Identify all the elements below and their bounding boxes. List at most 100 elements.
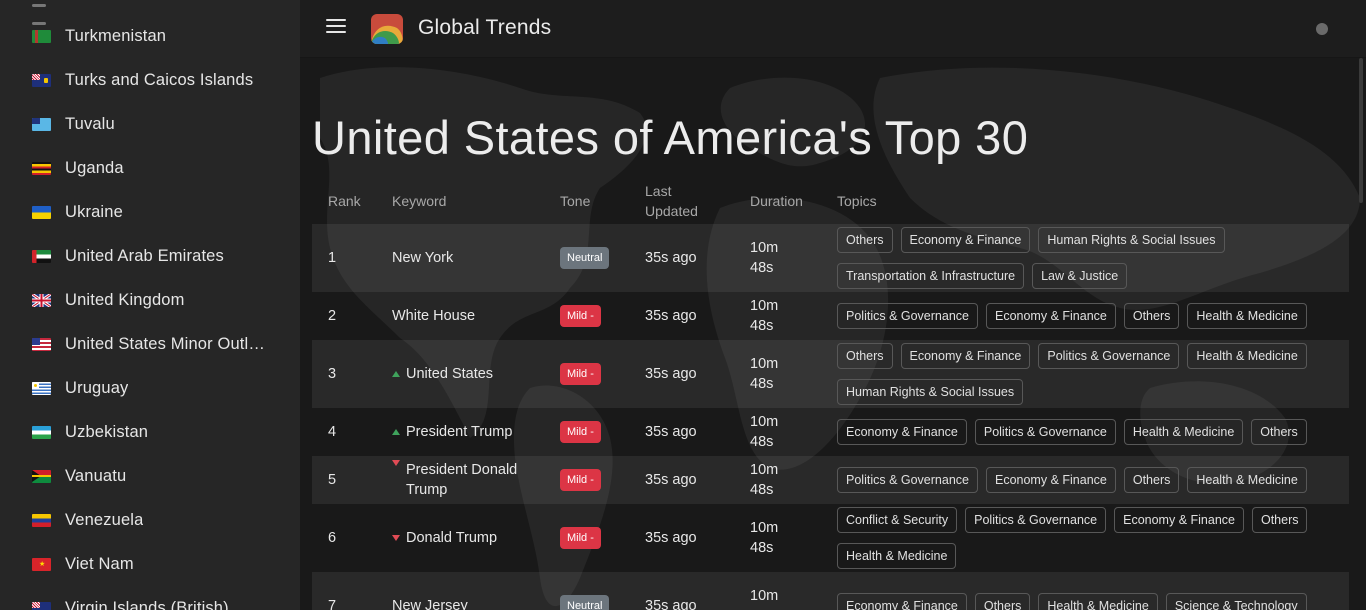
duration-cell: 10m48s <box>750 340 830 408</box>
duration-part: 48s <box>750 482 774 498</box>
topic-chip[interactable]: Economy & Finance <box>900 227 1031 253</box>
column-header-last-updated[interactable]: Last Updated <box>645 178 698 224</box>
tone-cell: Mild - <box>560 292 640 340</box>
keyword-cell[interactable]: President Trump <box>392 408 542 456</box>
sidebar-item-country[interactable]: Venezuela <box>0 498 300 542</box>
topic-chip[interactable]: Others <box>1123 303 1180 329</box>
keyword-cell[interactable]: White House <box>392 292 542 340</box>
scrollbar-thumb[interactable] <box>1359 58 1363 203</box>
topics-cell: Politics & Governance Economy & Finance Ot… <box>837 456 1342 504</box>
sidebar-item-country[interactable]: Virgin Islands (British) <box>0 586 300 610</box>
trend-up-icon <box>392 371 400 377</box>
sidebar-item-country[interactable]: Turkmenistan <box>0 14 300 58</box>
table-row[interactable]: 5 President Donald Trump Mild -35s ago 10m 4… <box>312 456 1349 504</box>
sidebar-item-country[interactable]: Turks and Caicos Islands <box>0 58 300 102</box>
keyword-cell[interactable]: New York <box>392 224 542 292</box>
table-row[interactable]: 4 President Trump Mild -35s ago 10m 48s Econo… <box>312 408 1349 456</box>
topic-chip[interactable]: Economy & Finance <box>985 303 1116 329</box>
sidebar-item-country[interactable]: United Kingdom <box>0 278 300 322</box>
topic-chip[interactable]: Economy & Finance <box>1114 507 1244 533</box>
app-title: Global Trends <box>418 16 552 39</box>
tuvalu-flag-icon <box>32 117 51 131</box>
topic-chip[interactable]: Health & Medicine <box>1038 593 1158 610</box>
column-header-keyword[interactable]: Keyword <box>392 178 446 224</box>
country-sidebar[interactable]: Turkmenistan Turks and Caicos Islands Tuva… <box>0 0 300 610</box>
country-name: Venezuela <box>65 510 144 529</box>
keyword-text: White House <box>392 308 476 324</box>
country-name: Uzbekistan <box>65 422 149 441</box>
rank-cell: 7 <box>328 598 337 610</box>
topic-chip[interactable]: Politics & Governance <box>974 419 1116 445</box>
keyword-cell[interactable]: New Jersey <box>392 572 542 610</box>
hamburger-menu-icon[interactable] <box>326 19 346 37</box>
column-header-topics[interactable]: Topics <box>837 178 877 224</box>
tone-badge: Mild - <box>560 527 601 549</box>
topic-chip[interactable]: Health & Medicine <box>1123 419 1244 445</box>
topic-chip[interactable]: Others <box>837 343 893 369</box>
keyword-cell[interactable]: Donald Trump <box>392 504 542 572</box>
column-header-duration[interactable]: Duration <box>750 178 803 224</box>
keyword-cell[interactable]: United States <box>392 340 542 408</box>
column-header-tone[interactable]: Tone <box>560 178 590 224</box>
status-dot-icon[interactable] <box>1316 23 1328 35</box>
table-row[interactable]: 6 Donald Trump Mild -35s ago 10m 48s Conflict… <box>312 504 1349 572</box>
sidebar-item-country[interactable]: ★ Viet Nam <box>0 542 300 586</box>
sidebar-item-country[interactable]: Uzbekistan <box>0 410 300 454</box>
topic-chip[interactable]: Others <box>974 593 1031 610</box>
topic-chip[interactable]: Human Rights & Social Issues <box>1038 227 1225 253</box>
table-row[interactable]: 2 White House Mild -35s ago 10m 48s Politics … <box>312 292 1349 340</box>
table-row[interactable]: 3 United States Mild -35s ago 10m 48s Others E… <box>312 340 1349 408</box>
topic-chip[interactable]: Health & Medicine <box>837 543 957 569</box>
topic-chip[interactable]: Health & Medicine <box>1187 343 1307 369</box>
topic-chip[interactable]: Others <box>837 227 893 253</box>
sidebar-item-country[interactable]: United Arab Emirates <box>0 234 300 278</box>
country-name: United States Minor Outlying Islands <box>65 334 265 353</box>
topic-chip[interactable]: Politics & Governance <box>837 467 978 493</box>
keyword-text: President Trump <box>406 424 513 440</box>
uk-flag-icon <box>32 293 51 307</box>
topic-chip[interactable]: Transportation & Infrastructure <box>837 263 1025 289</box>
table-row[interactable]: 1 New York Neutral 35s ago 10m 48s Others Econo… <box>312 224 1349 292</box>
sidebar-item-country[interactable]: Ukraine <box>0 190 300 234</box>
country-name: Uganda <box>65 158 124 177</box>
topic-chip[interactable]: Science & Technology <box>1165 593 1307 610</box>
tone-cell: Neutral <box>560 572 640 610</box>
duration-part: 10m <box>750 240 779 256</box>
country-name: United Kingdom <box>65 290 185 309</box>
topic-chip[interactable]: Law & Justice <box>1032 263 1128 289</box>
topic-chip[interactable]: Economy & Finance <box>837 419 967 445</box>
country-name: Virgin Islands (British) <box>65 598 229 610</box>
tone-cell: Mild - <box>560 456 640 504</box>
topic-chip[interactable]: Others <box>1251 507 1308 533</box>
sidebar-item-country[interactable]: Vanuatu <box>0 454 300 498</box>
topics-cell: Politics & Governance Economy & Finance Ot… <box>837 292 1342 340</box>
global-trends-logo-icon[interactable] <box>371 14 403 44</box>
topic-chip[interactable]: Human Rights & Social Issues <box>837 379 1024 405</box>
topic-chip[interactable]: Politics & Governance <box>837 303 978 329</box>
topic-chip[interactable]: Economy & Finance <box>900 343 1031 369</box>
sidebar-item-country[interactable]: United States Minor Outlying Islands <box>0 322 300 366</box>
topic-chip[interactable]: Politics & Governance <box>1038 343 1180 369</box>
column-header-rank[interactable]: Rank <box>328 178 361 224</box>
topic-chip[interactable]: Health & Medicine <box>1187 303 1307 329</box>
topic-chip[interactable]: Economy & Finance <box>837 593 967 610</box>
topic-chip[interactable]: Others <box>1251 419 1307 445</box>
table-row[interactable]: 7 New Jersey Neutral 35s ago 10m 48s Economy &… <box>312 572 1349 610</box>
sidebar-item-country[interactable]: Uruguay <box>0 366 300 410</box>
topic-chip[interactable]: Politics & Governance <box>965 507 1107 533</box>
sidebar-item-country[interactable]: Tuvalu <box>0 102 300 146</box>
duration-cell: 10m48s <box>750 292 830 340</box>
topic-chip[interactable]: Economy & Finance <box>985 467 1116 493</box>
sidebar-item-country[interactable]: Uganda <box>0 146 300 190</box>
topic-chip[interactable]: Others <box>1123 467 1180 493</box>
duration-part: 10m <box>750 414 779 430</box>
topic-chip[interactable]: Conflict & Security <box>837 507 958 533</box>
last-updated-cell: 35s ago <box>645 250 697 266</box>
rank-cell: 1 <box>328 250 337 266</box>
keyword-cell[interactable]: President Donald Trump <box>392 456 542 504</box>
topic-chip[interactable]: Health & Medicine <box>1187 467 1307 493</box>
duration-part: 48s <box>750 260 774 276</box>
vietnam-flag-icon: ★ <box>32 557 51 571</box>
previous-item-fragment <box>32 0 112 25</box>
scrollbar[interactable] <box>1356 58 1366 610</box>
